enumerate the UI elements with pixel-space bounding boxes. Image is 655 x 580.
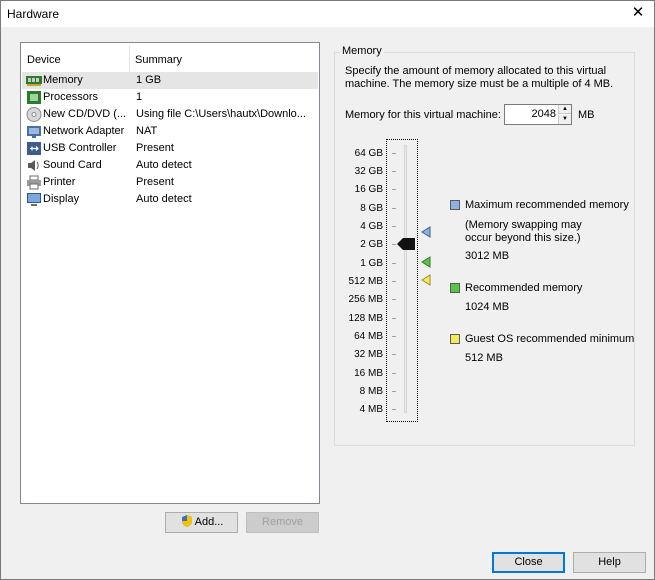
scale-label: 8 MB (359, 386, 383, 397)
close-button[interactable]: Close (492, 552, 565, 573)
minimum-legend-title: Guest OS recommended minimum (465, 333, 635, 345)
recommended-legend-value: 1024 MB (465, 301, 510, 313)
remove-button[interactable]: Remove (246, 512, 319, 533)
device-row-processors[interactable]: Processors 1 (22, 89, 318, 106)
scale-label: 8 GB (360, 203, 383, 214)
device-row-display[interactable]: Display Auto detect (22, 191, 318, 208)
device-name: Memory (43, 74, 83, 86)
memory-value-input[interactable]: 2048 (507, 108, 556, 120)
device-name: Network Adapter (43, 125, 125, 137)
usb-icon (27, 142, 41, 155)
recommended-marker-icon (421, 256, 431, 268)
scale-label: 512 MB (348, 276, 383, 287)
window-title: Hardware (7, 7, 60, 21)
scale-label: 4 MB (359, 404, 383, 415)
scale-label: 1 GB (360, 258, 383, 269)
scale-label: 256 MB (348, 294, 383, 305)
scale-label: 128 MB (348, 313, 383, 324)
scale-label: 32 MB (354, 349, 383, 360)
uac-shield-icon (181, 515, 192, 527)
add-label: Add... (194, 516, 224, 528)
device-summary: NAT (136, 125, 158, 137)
max-legend-note: (Memory swapping may (465, 219, 582, 231)
scale-label: 4 GB (360, 221, 383, 232)
minimum-legend-value: 512 MB (465, 352, 503, 364)
device-row-sound-card[interactable]: Sound Card Auto detect (22, 157, 318, 174)
scale-label: 32 GB (354, 166, 383, 177)
scale-label: 16 GB (354, 184, 383, 195)
processor-icon (27, 91, 41, 104)
minimum-marker-icon (421, 274, 431, 286)
device-list[interactable]: Device Summary Memory 1 GB Processors 1 … (20, 42, 320, 504)
printer-icon (27, 175, 41, 190)
recommended-legend-title: Recommended memory (465, 282, 583, 294)
scale-label: 2 GB (360, 239, 383, 250)
memory-group-label: Memory (340, 45, 384, 57)
device-row-memory[interactable]: Memory 1 GB (22, 72, 318, 89)
display-icon (27, 193, 41, 206)
device-name: Printer (43, 176, 76, 188)
sound-card-icon (28, 160, 39, 171)
spin-down-icon[interactable]: ▼ (558, 115, 571, 124)
device-name: Sound Card (43, 159, 102, 171)
memory-unit: MB (578, 109, 595, 121)
scale-label: 64 MB (354, 331, 383, 342)
device-row-cd-dvd[interactable]: New CD/DVD (... Using file C:\Users\haut… (22, 106, 318, 123)
recommended-legend-swatch (450, 283, 460, 293)
scale-label: 16 MB (354, 368, 383, 379)
device-summary: 1 GB (136, 74, 162, 86)
device-name: Display (43, 193, 80, 205)
column-header-summary[interactable]: Summary (135, 54, 182, 66)
device-summary: Present (136, 142, 174, 154)
column-separator[interactable] (129, 46, 130, 72)
title-bar: Hardware ✕ (1, 1, 654, 27)
device-row-usb-controller[interactable]: USB Controller Present (22, 140, 318, 157)
device-summary: Present (136, 176, 174, 188)
minimum-legend-swatch (450, 334, 460, 344)
device-summary: Auto detect (136, 159, 192, 171)
max-legend-note: occur beyond this size.) (465, 232, 581, 244)
max-recommended-marker-icon (421, 226, 431, 238)
network-adapter-icon (27, 126, 41, 138)
memory-slider-thumb[interactable] (397, 238, 415, 250)
device-summary: Using file C:\Users\hautx\Downlo... (136, 108, 306, 120)
memory-field-label: Memory for this virtual machine: (345, 109, 501, 121)
device-name: Processors (43, 91, 99, 103)
device-name: USB Controller (43, 142, 117, 154)
scale-label: 64 GB (354, 148, 383, 159)
cd-dvd-icon (26, 107, 42, 122)
max-legend-swatch (450, 200, 460, 210)
max-legend-value: 3012 MB (465, 250, 510, 262)
memory-slider-track[interactable] (404, 145, 407, 413)
memory-spinbox[interactable]: 2048 ▲ ▼ (504, 104, 572, 125)
column-header-device[interactable]: Device (27, 54, 61, 66)
device-name: New CD/DVD (... (43, 108, 127, 120)
memory-icon (26, 76, 42, 86)
max-legend-title: Maximum recommended memory (465, 199, 629, 211)
device-summary: Auto detect (136, 193, 192, 205)
spin-up-icon[interactable]: ▲ (558, 105, 571, 114)
device-row-printer[interactable]: Printer Present (22, 174, 318, 191)
device-summary: 1 (136, 91, 143, 103)
memory-slider-focus[interactable] (386, 139, 418, 422)
add-button[interactable]: Add... (165, 512, 238, 533)
close-icon[interactable]: ✕ (630, 5, 646, 21)
help-button[interactable]: Help (573, 552, 646, 573)
memory-description: Specify the amount of memory allocated t… (345, 65, 614, 90)
device-row-network-adapter[interactable]: Network Adapter NAT (22, 123, 318, 140)
